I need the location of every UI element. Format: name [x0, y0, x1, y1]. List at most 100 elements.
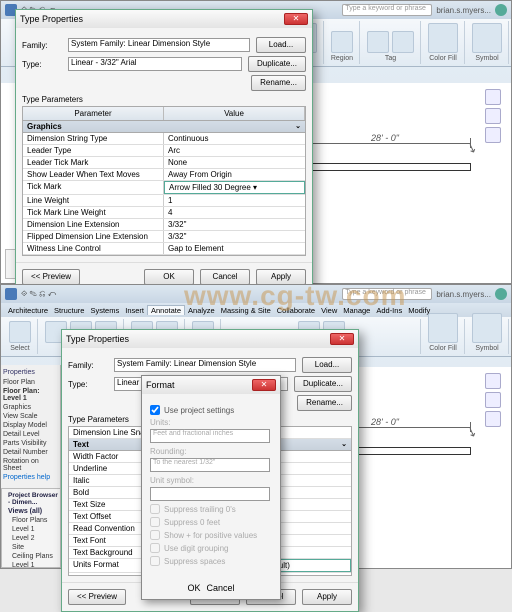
preview-button[interactable]: << Preview: [68, 589, 126, 605]
rename-button[interactable]: Rename...: [251, 75, 306, 91]
param-value[interactable]: 4: [164, 207, 305, 218]
param-row[interactable]: Dimension String TypeContinuous: [23, 133, 305, 145]
search-input[interactable]: Type a keyword or phrase: [342, 288, 432, 300]
ribbon-tab[interactable]: Add-Ins: [373, 306, 405, 315]
ribbon-tab[interactable]: Architecture: [5, 306, 51, 315]
colorfill-button[interactable]: [428, 313, 458, 343]
param-row[interactable]: Tick MarkArrow Filled 30 Degree ▾: [23, 181, 305, 195]
property-row[interactable]: Detail Level: [3, 430, 58, 439]
ok-button[interactable]: OK: [187, 583, 200, 593]
qat-placeholder: ⟐ ✎ ⎌ ⤺: [21, 289, 56, 299]
cancel-button[interactable]: Cancel: [200, 269, 250, 285]
view-cube[interactable]: [485, 373, 503, 433]
ribbon-tab[interactable]: View: [318, 306, 340, 315]
param-value[interactable]: Gap to Element: [164, 243, 305, 254]
select-icon[interactable]: [9, 321, 31, 343]
param-value[interactable]: None: [164, 157, 305, 168]
user-label[interactable]: brian.s.myers...: [436, 290, 491, 299]
tag-button-2[interactable]: [392, 31, 414, 53]
browser-node[interactable]: Level 1: [4, 525, 58, 534]
type-select[interactable]: Linear - 3/32" Arial: [68, 57, 242, 71]
family-select[interactable]: System Family: Linear Dimension Style: [68, 38, 250, 52]
browser-node[interactable]: Views (all): [4, 507, 58, 516]
ribbon-tab[interactable]: Analyze: [185, 306, 218, 315]
app-icon[interactable]: [5, 288, 17, 300]
dialog-titlebar[interactable]: Type Properties ✕: [62, 330, 358, 348]
ok-button[interactable]: OK: [144, 269, 194, 285]
property-row[interactable]: Rotation on Sheet: [3, 457, 58, 473]
param-value[interactable]: 3/32": [164, 219, 305, 230]
param-value[interactable]: Away From Origin: [164, 169, 305, 180]
param-row[interactable]: Witness Line Length: [23, 255, 305, 256]
property-row[interactable]: Detail Number: [3, 448, 58, 457]
param-row[interactable]: Leader Tick MarkNone: [23, 157, 305, 169]
param-row[interactable]: Witness Line ControlGap to Element: [23, 243, 305, 255]
help-icon[interactable]: [495, 4, 507, 16]
rename-button[interactable]: Rename...: [297, 395, 352, 411]
use-project-settings-checkbox[interactable]: Use project settings: [150, 405, 272, 415]
symbol-button[interactable]: [472, 313, 502, 343]
ribbon-tab[interactable]: Massing & Site: [218, 306, 274, 315]
property-row[interactable]: View Scale: [3, 412, 58, 421]
suppress-trailing-checkbox: Suppress trailing 0's: [150, 504, 272, 514]
param-value[interactable]: Arc: [164, 145, 305, 156]
rounding-select: To the nearest 1/32": [150, 458, 270, 472]
close-button[interactable]: ✕: [252, 379, 276, 391]
ribbon-tab[interactable]: Collaborate: [274, 306, 318, 315]
param-row[interactable]: Show Leader When Text MovesAway From Ori…: [23, 169, 305, 181]
param-value[interactable]: Continuous: [164, 133, 305, 144]
tag-button[interactable]: [367, 31, 389, 53]
ribbon-group-symbol: Symbol: [466, 21, 509, 64]
ribbon-tab[interactable]: Systems: [87, 306, 122, 315]
dialog-titlebar[interactable]: Format ✕: [142, 376, 280, 394]
symbol-button[interactable]: [472, 23, 502, 53]
param-value[interactable]: Arrow Filled 30 Degree ▾: [164, 181, 305, 194]
preview-button[interactable]: << Preview: [22, 269, 80, 285]
apply-button[interactable]: Apply: [256, 269, 306, 285]
properties-help-link[interactable]: Properties help: [3, 473, 58, 482]
plan-name[interactable]: Floor Plan: Level 1: [3, 387, 58, 403]
app-window-top: ⟐ ✎ ⎌ ⤺ Type a keyword or phrase brian.s…: [0, 0, 512, 284]
close-button[interactable]: ✕: [284, 13, 308, 25]
group-graphics[interactable]: Graphics⌄: [23, 121, 305, 133]
duplicate-button[interactable]: Duplicate...: [248, 56, 306, 72]
browser-node[interactable]: Ceiling Plans: [4, 552, 58, 561]
project-browser[interactable]: Project Browser - Dimen... Views (all)Fl…: [1, 488, 61, 568]
property-row[interactable]: Display Model: [3, 421, 58, 430]
dialog-titlebar[interactable]: Type Properties ✕: [16, 10, 312, 28]
cancel-button[interactable]: Cancel: [207, 583, 235, 593]
search-input[interactable]: Type a keyword or phrase: [342, 4, 432, 16]
load-button[interactable]: Load...: [256, 37, 306, 53]
view-cube[interactable]: [485, 89, 503, 149]
param-value[interactable]: [164, 255, 305, 256]
browser-node[interactable]: Site: [4, 543, 58, 552]
region-button[interactable]: [331, 31, 353, 53]
duplicate-button[interactable]: Duplicate...: [294, 376, 352, 392]
param-row[interactable]: Line Weight1: [23, 195, 305, 207]
ribbon-tab[interactable]: Manage: [340, 306, 373, 315]
browser-node[interactable]: Floor Plans: [4, 516, 58, 525]
apply-button[interactable]: Apply: [302, 589, 352, 605]
param-row[interactable]: Tick Mark Line Weight4: [23, 207, 305, 219]
ribbon-tab[interactable]: Annotate: [147, 305, 185, 315]
param-row[interactable]: Flipped Dimension Line Extension3/32": [23, 231, 305, 243]
user-label[interactable]: brian.s.myers...: [436, 6, 491, 15]
param-row[interactable]: Leader TypeArc: [23, 145, 305, 157]
family-select[interactable]: System Family: Linear Dimension Style: [114, 358, 296, 372]
parameter-grid[interactable]: ParameterValue Graphics⌄ Dimension Strin…: [22, 106, 306, 256]
ribbon-tab[interactable]: Insert: [122, 306, 147, 315]
dialog-title: Format: [146, 380, 252, 390]
load-button[interactable]: Load...: [302, 357, 352, 373]
param-value[interactable]: 3/32": [164, 231, 305, 242]
property-row[interactable]: Parts Visibility: [3, 439, 58, 448]
param-value[interactable]: 1: [164, 195, 305, 206]
unit-symbol-select: [150, 487, 270, 501]
browser-node[interactable]: Level 2: [4, 534, 58, 543]
help-icon[interactable]: [495, 288, 507, 300]
family-label: Family:: [68, 361, 108, 370]
param-row[interactable]: Dimension Line Extension3/32": [23, 219, 305, 231]
close-button[interactable]: ✕: [330, 333, 354, 345]
property-row[interactable]: Graphics: [3, 403, 58, 412]
colorfill-button[interactable]: [428, 23, 458, 53]
ribbon-tab[interactable]: Structure: [51, 306, 87, 315]
